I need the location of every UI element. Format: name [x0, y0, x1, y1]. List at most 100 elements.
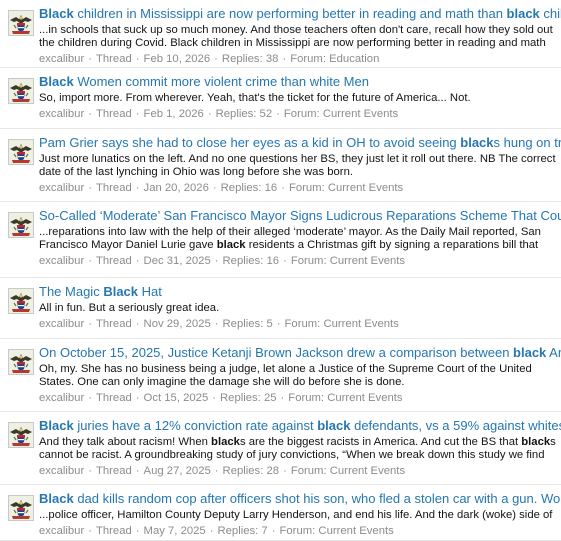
- content-type: Thread: [95, 108, 132, 120]
- meta-separator: ·: [214, 53, 218, 65]
- forum-link[interactable]: Forum: Current Events: [289, 182, 403, 194]
- result-snippet: ...police officer, Hamilton County Deput…: [39, 509, 561, 522]
- text-run: defendants, vs a 59% against whites. So …: [354, 418, 561, 433]
- highlighted-term: Black: [103, 284, 139, 299]
- highlighted-term: Black: [39, 74, 74, 89]
- meta-separator: ·: [88, 255, 92, 267]
- reply-count: Replies: 52: [215, 108, 273, 120]
- meta-separator: ·: [135, 182, 140, 194]
- result-title-link[interactable]: Black dad kills random cop after officer…: [39, 491, 561, 507]
- content-type: Thread: [95, 182, 132, 194]
- author-link[interactable]: excalibur: [39, 255, 84, 267]
- meta-separator: ·: [276, 108, 280, 120]
- text-run: On October 15, 2025, Justice Ketanji Bro…: [39, 345, 514, 360]
- author-link[interactable]: excalibur: [39, 53, 84, 65]
- meta-separator: ·: [88, 53, 92, 65]
- highlighted-term: Black: [39, 491, 74, 506]
- forum-link[interactable]: Forum: Education: [290, 53, 379, 65]
- text-run: All in fun. But a seriously great idea.: [39, 302, 220, 314]
- text-run: Oh, my. She has no business being a judg…: [39, 363, 532, 388]
- result-title-link[interactable]: Black children in Mississippi are now pe…: [39, 6, 561, 22]
- meta-separator: ·: [214, 465, 219, 477]
- text-run: juries have a 12% conviction rate agains…: [73, 418, 318, 433]
- result-title-link[interactable]: Black Women commit more violent crime th…: [39, 74, 561, 90]
- highlighted-term: black: [506, 6, 540, 21]
- result-meta: excalibur · Thread · Dec 31, 2025 · Replies: 1…: [39, 254, 561, 268]
- forum-link[interactable]: Forum: Current Events: [288, 392, 402, 404]
- highlighted-term: Black: [39, 418, 74, 433]
- avatar[interactable]: [8, 10, 34, 36]
- meta-separator: ·: [135, 108, 140, 120]
- avatar[interactable]: [8, 422, 34, 448]
- text-run: dad kills random cop after officers shot…: [77, 491, 561, 506]
- meta-separator: ·: [135, 318, 140, 330]
- text-run: Hat: [138, 284, 162, 299]
- search-results-list: Black children in Mississippi are now pe…: [0, 0, 561, 541]
- content-type: Thread: [95, 318, 132, 330]
- result-snippet: Oh, my. She has no business being a judg…: [39, 363, 561, 389]
- avatar[interactable]: [8, 139, 34, 165]
- forum-link[interactable]: Forum: Current Events: [285, 318, 399, 330]
- text-run: s hung on trees: [493, 135, 561, 150]
- result-title-link[interactable]: Black juries have a 12% conviction rate …: [39, 418, 561, 434]
- result-title-link[interactable]: So-Called ‘Moderate’ San Francisco Mayor…: [39, 208, 561, 224]
- meta-separator: ·: [283, 255, 287, 267]
- search-result: Pam Grier says she had to close her eyes…: [0, 129, 561, 202]
- text-run: ...in schools that suck up so much money…: [39, 24, 553, 49]
- avatar[interactable]: [8, 212, 34, 238]
- meta-separator: ·: [88, 525, 92, 537]
- forum-link[interactable]: Forum: Current Events: [291, 255, 405, 267]
- author-link[interactable]: excalibur: [39, 108, 84, 120]
- meta-separator: ·: [135, 392, 140, 404]
- result-snippet: Just more lunatics on the left. And no o…: [39, 153, 561, 179]
- forum-link[interactable]: Forum: Current Events: [280, 525, 394, 537]
- result-snippet: All in fun. But a seriously great idea.: [39, 302, 561, 315]
- post-date: Jan 20, 2026: [143, 182, 209, 194]
- meta-separator: ·: [281, 182, 285, 194]
- author-link[interactable]: excalibur: [39, 392, 84, 404]
- eagle-emblem-icon: [9, 79, 33, 103]
- meta-separator: ·: [88, 108, 92, 120]
- meta-separator: ·: [135, 53, 140, 65]
- eagle-emblem-icon: [9, 423, 33, 447]
- result-meta: excalibur · Thread · Feb 10, 2026 · Replies: 3…: [39, 52, 561, 66]
- avatar[interactable]: [8, 288, 34, 314]
- text-run: Americans and disabled people during ora…: [549, 345, 561, 360]
- highlighted-term: black: [521, 436, 551, 448]
- meta-separator: ·: [212, 182, 217, 194]
- forum-link[interactable]: Forum: Current Events: [284, 108, 398, 120]
- result-meta: excalibur · Thread · Feb 1, 2026 · Replies: 52…: [39, 107, 561, 121]
- meta-separator: ·: [135, 255, 140, 267]
- eagle-emblem-icon: [9, 496, 33, 520]
- text-run: So-Called ‘Moderate’ San Francisco Mayor…: [39, 208, 561, 223]
- author-link[interactable]: excalibur: [39, 318, 84, 330]
- avatar[interactable]: [8, 349, 34, 375]
- text-run: Just more lunatics on the left. And no o…: [39, 153, 556, 178]
- content-type: Thread: [95, 255, 132, 267]
- meta-separator: ·: [135, 465, 140, 477]
- avatar[interactable]: [8, 495, 34, 521]
- text-run: Pam Grier says she had to close her eyes…: [39, 135, 461, 150]
- meta-separator: ·: [282, 53, 287, 65]
- avatar[interactable]: [8, 78, 34, 104]
- forum-link[interactable]: Forum: Current Events: [291, 465, 405, 477]
- text-run: Women commit more violent crime than whi…: [73, 74, 369, 89]
- author-link[interactable]: excalibur: [39, 465, 84, 477]
- content-type: Thread: [95, 465, 132, 477]
- author-link[interactable]: excalibur: [39, 182, 84, 194]
- result-meta: excalibur · Thread · Oct 15, 2025 · Replies: 2…: [39, 391, 561, 405]
- eagle-emblem-icon: [9, 11, 33, 35]
- meta-separator: ·: [88, 465, 92, 477]
- text-run: So, import more. From wherever. Yeah, th…: [39, 92, 471, 104]
- reply-count: Replies: 5: [222, 318, 273, 330]
- reply-count: Replies: 7: [217, 525, 268, 537]
- meta-separator: ·: [276, 318, 281, 330]
- highlighted-term: black: [317, 418, 351, 433]
- content-type: Thread: [95, 53, 132, 65]
- content-type: Thread: [95, 525, 132, 537]
- meta-separator: ·: [88, 318, 92, 330]
- result-title-link[interactable]: The Magic Black Hat: [39, 284, 561, 300]
- author-link[interactable]: excalibur: [39, 525, 84, 537]
- result-title-link[interactable]: Pam Grier says she had to close her eyes…: [39, 135, 561, 151]
- result-title-link[interactable]: On October 15, 2025, Justice Ketanji Bro…: [39, 345, 561, 361]
